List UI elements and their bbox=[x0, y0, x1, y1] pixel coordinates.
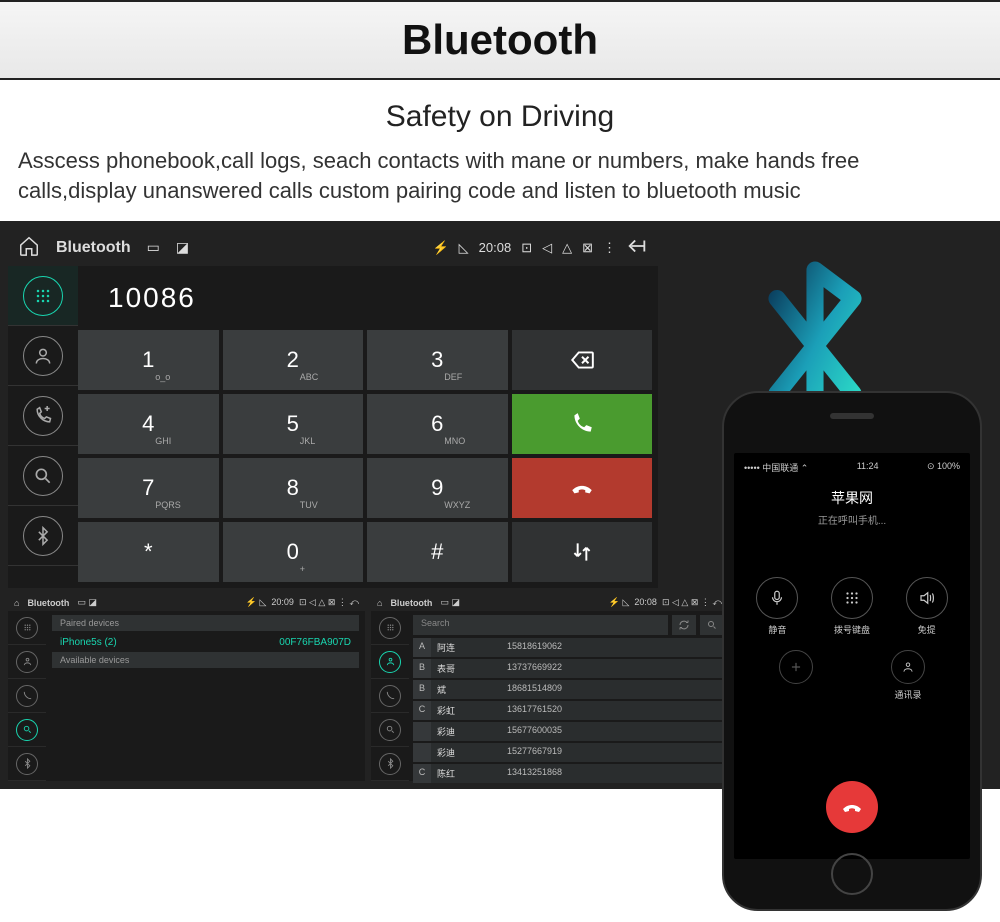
contact-row[interactable]: A阿连15818619062 bbox=[413, 638, 724, 657]
paired-devices-screenshot: ⌂ Bluetooth ▭ ◪ ⚡ ◺20:09⊡ ◁ △ ⊠ ⋮ ⤺ Pair… bbox=[8, 594, 365, 781]
iphone-mute-button[interactable]: 静音 bbox=[756, 577, 798, 636]
mn-dialpad[interactable] bbox=[8, 611, 46, 645]
key-5[interactable]: 5JKL bbox=[223, 394, 364, 454]
mn-search[interactable] bbox=[8, 713, 46, 747]
mn-calllog[interactable] bbox=[8, 679, 46, 713]
key-hash[interactable]: # bbox=[367, 522, 508, 582]
iphone-contacts-button[interactable]: 通讯录 bbox=[891, 650, 925, 701]
close-icon: ⊠ bbox=[582, 240, 593, 256]
key-swap[interactable] bbox=[512, 522, 653, 582]
mn-dialpad[interactable] bbox=[371, 611, 409, 645]
banner-title: Bluetooth bbox=[0, 16, 1000, 64]
nav-calllog[interactable] bbox=[8, 386, 78, 446]
status-time: 20:08 bbox=[479, 240, 512, 255]
contact-row[interactable]: B斌18681514809 bbox=[413, 680, 724, 699]
side-nav bbox=[8, 266, 78, 588]
iphone-status-bar: ••••• 中国联通 ⌃ 11:24 ⊙ 100% bbox=[740, 459, 964, 476]
search-button[interactable] bbox=[700, 615, 724, 635]
home-icon: ⌂ bbox=[377, 598, 382, 608]
key-0[interactable]: 0+ bbox=[223, 522, 364, 582]
sd-icon: ◪ bbox=[176, 239, 189, 256]
title-banner: Bluetooth bbox=[0, 0, 1000, 80]
dialer-screenshot: Bluetooth ▭ ◪ ⚡ ◺ 20:08 ⊡ ◁ △ ⊠ ⋮ bbox=[8, 229, 658, 588]
iphone-end-call-button[interactable] bbox=[740, 781, 964, 833]
key-6[interactable]: 6MNO bbox=[367, 394, 508, 454]
warning-icon: △ bbox=[562, 240, 572, 256]
home-icon: ⌂ bbox=[14, 598, 19, 608]
menu-icon[interactable]: ⋮ bbox=[603, 240, 616, 256]
key-1[interactable]: 1o_o bbox=[78, 330, 219, 390]
gallery: Bluetooth ▭ ◪ ⚡ ◺ 20:08 ⊡ ◁ △ ⊠ ⋮ bbox=[0, 221, 1000, 789]
iphone-speaker-button[interactable]: 免提 bbox=[906, 577, 948, 636]
home-icon[interactable] bbox=[18, 235, 40, 260]
nav-bluetooth[interactable] bbox=[8, 506, 78, 566]
key-7[interactable]: 7PQRS bbox=[78, 458, 219, 518]
contact-row[interactable]: B表哥13737669922 bbox=[413, 659, 724, 678]
paired-devices-label: Paired devices bbox=[52, 615, 359, 631]
contact-row[interactable]: 彩迪15677600035 bbox=[413, 722, 724, 741]
keypad: 1o_o 2ABC 3DEF 4GHI 5JKL 6MNO 7PQRS 8TUV… bbox=[78, 330, 658, 588]
number-display: 10086 bbox=[78, 266, 658, 330]
nav-contacts[interactable] bbox=[8, 326, 78, 386]
mn-bluetooth[interactable] bbox=[8, 747, 46, 781]
key-4[interactable]: 4GHI bbox=[78, 394, 219, 454]
iphone-add-call-button[interactable] bbox=[779, 650, 813, 701]
key-backspace[interactable] bbox=[512, 330, 653, 390]
iphone-call-subtitle: 正在呼叫手机... bbox=[740, 512, 964, 527]
search-input[interactable]: Search bbox=[413, 615, 668, 635]
refresh-button[interactable] bbox=[672, 615, 696, 635]
back-icon[interactable] bbox=[626, 235, 648, 260]
contact-row[interactable]: 彩迪15277667919 bbox=[413, 743, 724, 762]
window-icon: ▭ bbox=[147, 239, 160, 256]
mn-calllog[interactable] bbox=[371, 679, 409, 713]
contacts-screenshot: ⌂ Bluetooth ▭ ◪ ⚡ ◺20:08⊡ ◁ △ ⊠ ⋮ ⤺ Sear… bbox=[371, 594, 728, 781]
bluetooth-icon: ⚡ bbox=[432, 240, 448, 256]
key-star[interactable]: * bbox=[78, 522, 219, 582]
signal-icon: ◺ bbox=[459, 240, 469, 256]
key-9[interactable]: 9WXYZ bbox=[367, 458, 508, 518]
subtitle: Safety on Driving bbox=[0, 100, 1000, 134]
iphone-call-title: 苹果网 bbox=[740, 488, 964, 508]
volume-icon: ◁ bbox=[542, 240, 552, 256]
status-title: Bluetooth bbox=[56, 239, 131, 257]
mn-contacts[interactable] bbox=[371, 645, 409, 679]
mn-search[interactable] bbox=[371, 713, 409, 747]
mn-bluetooth[interactable] bbox=[371, 747, 409, 781]
nav-dialpad[interactable] bbox=[8, 266, 78, 326]
contact-row[interactable]: C陈红13413251868 bbox=[413, 764, 724, 783]
nav-search[interactable] bbox=[8, 446, 78, 506]
key-2[interactable]: 2ABC bbox=[223, 330, 364, 390]
paired-device-row[interactable]: iPhone5s (2) 00F76FBA907D bbox=[52, 633, 359, 652]
contact-row[interactable]: C彩虹13617761520 bbox=[413, 701, 724, 720]
iphone-keypad-button[interactable]: 拨号键盘 bbox=[831, 577, 873, 636]
description: Asscess phonebook,call logs, seach conta… bbox=[0, 146, 1000, 221]
status-bar: Bluetooth ▭ ◪ ⚡ ◺ 20:08 ⊡ ◁ △ ⊠ ⋮ bbox=[8, 229, 658, 266]
key-end-call[interactable] bbox=[512, 458, 653, 518]
available-devices-label: Available devices bbox=[52, 652, 359, 668]
key-call[interactable] bbox=[512, 394, 653, 454]
key-3[interactable]: 3DEF bbox=[367, 330, 508, 390]
key-8[interactable]: 8TUV bbox=[223, 458, 364, 518]
camera-icon: ⊡ bbox=[521, 240, 532, 256]
mn-contacts[interactable] bbox=[8, 645, 46, 679]
iphone-mockup: ••••• 中国联通 ⌃ 11:24 ⊙ 100% 苹果网 正在呼叫手机... … bbox=[722, 391, 982, 911]
